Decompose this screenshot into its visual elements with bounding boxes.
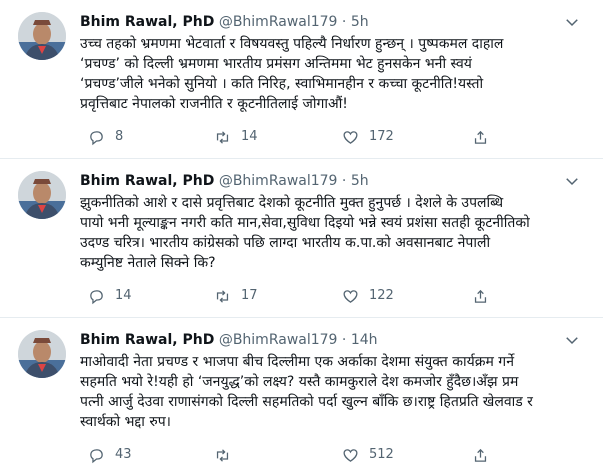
reply-count: 43 <box>115 447 132 462</box>
chevron-down-icon[interactable] <box>563 13 581 31</box>
tweet-1[interactable]: Bhim Rawal, PhD @BhimRawal179 · 5h उच्च … <box>0 0 603 158</box>
author-handle[interactable]: @BhimRawal179 <box>219 173 338 189</box>
tweet-text-line: ‘प्रचण्ड’ को दिल्ली भ्रमणमा भारतीय प्रमं… <box>80 56 472 72</box>
like-button[interactable]: 172 <box>342 128 394 146</box>
retweet-icon <box>216 448 229 462</box>
retweet-count: 14 <box>241 129 258 144</box>
tweet-3[interactable]: Bhim Rawal, PhD @BhimRawal179 · 14h माओव… <box>0 318 603 470</box>
retweet-count: 17 <box>241 288 258 303</box>
author-name[interactable]: Bhim Rawal, PhD <box>80 14 214 30</box>
reply-icon <box>90 130 103 145</box>
tweet-text-line: कम्युनिष्ट नेताले सिक्ने कि? <box>80 255 216 271</box>
chevron-down-icon[interactable] <box>563 172 581 190</box>
author-name[interactable]: Bhim Rawal, PhD <box>80 332 214 348</box>
reply-button[interactable]: 14 <box>88 287 132 305</box>
retweet-icon <box>216 130 229 144</box>
share-icon <box>474 289 487 303</box>
like-count: 122 <box>369 288 394 303</box>
avatar[interactable] <box>18 171 66 219</box>
retweet-button[interactable] <box>214 446 241 464</box>
tweet-actions: 8 14 172 <box>80 128 500 146</box>
author-handle[interactable]: @BhimRawal179 <box>219 14 338 30</box>
tweet-text-line: माओवादी नेता प्रचण्ड र भाजपा बीच दिल्लीम… <box>80 354 514 370</box>
share-button[interactable] <box>472 128 489 146</box>
tweet-text: उच्च तहको भ्रमणमा भेटवार्ता र विषयवस्तु … <box>80 34 590 114</box>
dot-separator: · <box>341 173 347 189</box>
reply-icon <box>90 448 103 463</box>
tweet-text-line: पत्नी आर्जु देउवा राणासंगको दिल्ली सहमति… <box>80 394 533 410</box>
tweet-2[interactable]: Bhim Rawal, PhD @BhimRawal179 · 5h झुकनी… <box>0 159 603 317</box>
reply-count: 14 <box>115 288 132 303</box>
tweet-time[interactable]: 5h <box>351 173 369 189</box>
reply-button[interactable]: 43 <box>88 446 132 464</box>
chevron-down-icon[interactable] <box>563 331 581 349</box>
avatar[interactable] <box>18 12 66 60</box>
tweet-feed: Bhim Rawal, PhD @BhimRawal179 · 5h उच्च … <box>0 0 603 470</box>
heart-icon <box>343 130 358 144</box>
tweet-time[interactable]: 14h <box>351 332 378 348</box>
retweet-icon <box>216 289 229 303</box>
heart-icon <box>343 448 358 462</box>
author-name[interactable]: Bhim Rawal, PhD <box>80 173 214 189</box>
like-button[interactable]: 122 <box>342 287 394 305</box>
heart-icon <box>343 289 358 303</box>
tweet-text-line: उदण्ड चरित्र। भारतीय कांग्रेसको पछि लाग्… <box>80 235 491 251</box>
dot-separator: · <box>341 332 347 348</box>
share-button[interactable] <box>472 446 489 464</box>
avatar[interactable] <box>18 330 66 378</box>
share-button[interactable] <box>472 287 489 305</box>
tweet-text-line: पायो भनी मूल्याङ्कन नगरी कति मान,सेवा,सु… <box>80 215 530 231</box>
tweet-time[interactable]: 5h <box>351 14 369 30</box>
share-icon <box>474 448 487 462</box>
reply-count: 8 <box>115 129 124 144</box>
tweet-text-line: सहमति भयो रे!यही हो ‘जनयुद्ध’को लक्ष्य? … <box>80 374 519 390</box>
author-handle[interactable]: @BhimRawal179 <box>219 332 338 348</box>
tweet-actions: 14 17 122 <box>80 287 500 305</box>
tweet-text-line: झुकनीतिको आशे र दासे प्रवृत्तिबाट देशको … <box>80 195 504 211</box>
tweet-actions: 43 512 <box>80 446 500 464</box>
retweet-button[interactable]: 17 <box>214 287 258 305</box>
like-button[interactable]: 512 <box>342 446 394 464</box>
like-count: 512 <box>369 447 394 462</box>
share-icon <box>474 130 487 144</box>
tweet-text: माओवादी नेता प्रचण्ड र भाजपा बीच दिल्लीम… <box>80 352 590 432</box>
tweet-text-line: प्रवृत्तिबाट नेपालको राजनीति र कूटनीतिला… <box>80 96 348 112</box>
reply-icon <box>90 289 103 304</box>
tweet-header: Bhim Rawal, PhD @BhimRawal179 · 14h <box>80 330 563 350</box>
tweet-header: Bhim Rawal, PhD @BhimRawal179 · 5h <box>80 171 563 191</box>
retweet-button[interactable]: 14 <box>214 128 258 146</box>
tweet-text-line: स्वार्थको भद्दा रुप। <box>80 414 171 430</box>
reply-button[interactable]: 8 <box>88 128 123 146</box>
dot-separator: · <box>341 14 347 30</box>
like-count: 172 <box>369 129 394 144</box>
tweet-text-line: उच्च तहको भ्रमणमा भेटवार्ता र विषयवस्तु … <box>80 36 504 52</box>
tweet-header: Bhim Rawal, PhD @BhimRawal179 · 5h <box>80 12 563 32</box>
tweet-text-line: ‘प्रचण्ड’जीले भनेको सुनियो । कति निरिह, … <box>80 76 484 92</box>
tweet-text: झुकनीतिको आशे र दासे प्रवृत्तिबाट देशको … <box>80 193 590 273</box>
